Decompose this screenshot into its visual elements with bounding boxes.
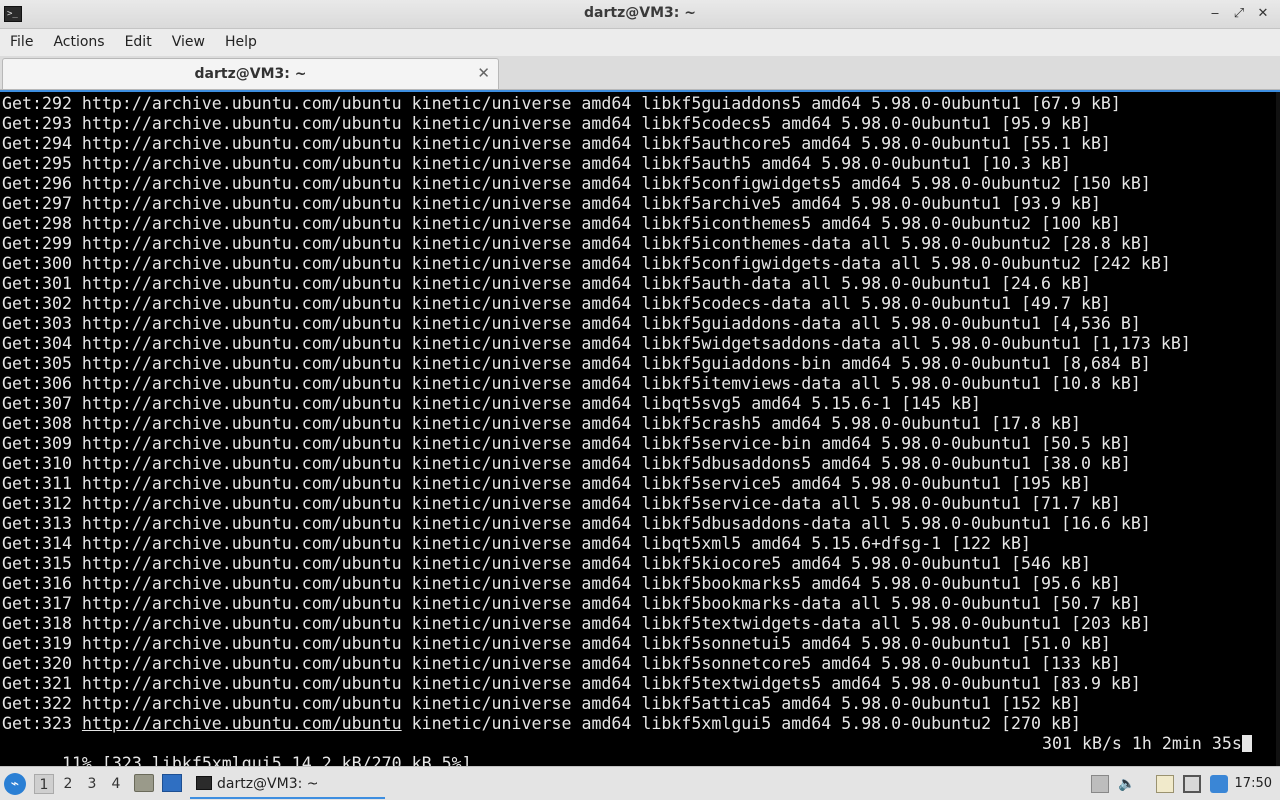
taskbar-task-terminal[interactable]: dartz@VM3: ~ <box>190 769 385 799</box>
tab-bar: dartz@VM3: ~ ✕ <box>0 56 1280 90</box>
terminal-line: Get:294 http://archive.ubuntu.com/ubuntu… <box>2 134 1111 153</box>
terminal-line: Get:321 http://archive.ubuntu.com/ubuntu… <box>2 674 1141 693</box>
tab-close-icon[interactable]: ✕ <box>477 64 490 82</box>
terminal-line: Get:315 http://archive.ubuntu.com/ubuntu… <box>2 554 1091 573</box>
terminal-line: Get:292 http://archive.ubuntu.com/ubuntu… <box>2 94 1121 113</box>
menu-view[interactable]: View <box>162 29 215 56</box>
progress-status: 11% [323 libkf5xmlgui5 14.2 kB/270 kB 5%… <box>61 754 472 766</box>
tab-label: dartz@VM3: ~ <box>194 66 307 82</box>
terminal-scrollbar[interactable] <box>1276 92 1280 766</box>
close-window-button[interactable]: ✕ <box>1254 5 1272 23</box>
terminal-line: Get:308 http://archive.ubuntu.com/ubuntu… <box>2 414 1081 433</box>
archive-link[interactable]: http://archive.ubuntu.com/ubuntu <box>82 714 402 733</box>
menu-actions[interactable]: Actions <box>43 29 114 56</box>
download-rate-eta: 301 kB/s 1h 2min 35s <box>1042 734 1242 753</box>
desktop-3-button[interactable]: 3 <box>82 774 102 794</box>
terminal-line: Get:304 http://archive.ubuntu.com/ubuntu… <box>2 334 1191 353</box>
terminal-line: Get:314 http://archive.ubuntu.com/ubuntu… <box>2 534 1031 553</box>
window-title: dartz@VM3: ~ <box>584 5 696 21</box>
terminal-lines: Get:292 http://archive.ubuntu.com/ubuntu… <box>2 94 1278 766</box>
tab-terminal[interactable]: dartz@VM3: ~ ✕ <box>2 58 499 89</box>
terminal-line: Get:316 http://archive.ubuntu.com/ubuntu… <box>2 574 1121 593</box>
maximize-button[interactable]: ⤢ <box>1230 5 1248 23</box>
terminal-line: Get:293 http://archive.ubuntu.com/ubuntu… <box>2 114 1091 133</box>
menu-help[interactable]: Help <box>215 29 267 56</box>
terminal-line: Get:310 http://archive.ubuntu.com/ubuntu… <box>2 454 1131 473</box>
last-get-suffix: kinetic/universe amd64 libkf5xmlgui5 amd… <box>401 714 1081 733</box>
terminal-line: Get:300 http://archive.ubuntu.com/ubuntu… <box>2 254 1171 273</box>
taskbar: ⌁ 1 2 3 4 dartz@VM3: ~ 🔈 17:50 <box>0 766 1280 800</box>
terminal-line: Get:313 http://archive.ubuntu.com/ubuntu… <box>2 514 1151 533</box>
clock[interactable]: 17:50 <box>1235 776 1272 791</box>
start-menu-icon[interactable]: ⌁ <box>4 773 26 795</box>
terminal-line: Get:306 http://archive.ubuntu.com/ubuntu… <box>2 374 1141 393</box>
window-titlebar[interactable]: >_ dartz@VM3: ~ ‒ ⤢ ✕ <box>0 0 1280 29</box>
progress-rate: 301 kB/s 1h 2min 35s <box>1042 734 1252 754</box>
network-icon[interactable] <box>1183 775 1201 793</box>
terminal-line: Get:301 http://archive.ubuntu.com/ubuntu… <box>2 274 1091 293</box>
terminal-line: Get:307 http://archive.ubuntu.com/ubuntu… <box>2 394 982 413</box>
window-controls: ‒ ⤢ ✕ <box>1206 5 1272 23</box>
terminal-line: Get:302 http://archive.ubuntu.com/ubuntu… <box>2 294 1111 313</box>
terminal-line: Get:317 http://archive.ubuntu.com/ubuntu… <box>2 594 1141 613</box>
show-desktop-icon[interactable] <box>162 774 182 792</box>
minimize-button[interactable]: ‒ <box>1206 5 1224 23</box>
desktop-1-button[interactable]: 1 <box>34 774 54 794</box>
terminal-line: Get:296 http://archive.ubuntu.com/ubuntu… <box>2 174 1151 193</box>
terminal-line: Get:295 http://archive.ubuntu.com/ubuntu… <box>2 154 1071 173</box>
terminal-line: Get:299 http://archive.ubuntu.com/ubuntu… <box>2 234 1151 253</box>
download-progress-line: 11% [323 libkf5xmlgui5 14.2 kB/270 kB 5%… <box>2 734 1278 766</box>
menu-edit[interactable]: Edit <box>115 29 162 56</box>
desktop-2-button[interactable]: 2 <box>58 774 78 794</box>
terminal-output[interactable]: Get:292 http://archive.ubuntu.com/ubuntu… <box>0 90 1280 766</box>
terminal-line: Get:312 http://archive.ubuntu.com/ubuntu… <box>2 494 1121 513</box>
update-notifier-icon[interactable] <box>1210 775 1228 793</box>
volume-icon[interactable]: 🔈 <box>1118 775 1136 793</box>
menu-bar: File Actions Edit View Help <box>0 29 1280 56</box>
terminal-line: Get:305 http://archive.ubuntu.com/ubuntu… <box>2 354 1151 373</box>
terminal-line: Get:298 http://archive.ubuntu.com/ubuntu… <box>2 214 1121 233</box>
terminal-line: Get:303 http://archive.ubuntu.com/ubuntu… <box>2 314 1141 333</box>
terminal-task-icon <box>196 776 212 790</box>
file-manager-icon[interactable] <box>134 774 154 792</box>
terminal-line: Get:311 http://archive.ubuntu.com/ubuntu… <box>2 474 1091 493</box>
desktop-4-button[interactable]: 4 <box>106 774 126 794</box>
terminal-line: Get:319 http://archive.ubuntu.com/ubuntu… <box>2 634 1111 653</box>
menu-file[interactable]: File <box>0 29 43 56</box>
terminal-line: Get:297 http://archive.ubuntu.com/ubuntu… <box>2 194 1101 213</box>
task-label: dartz@VM3: ~ <box>217 776 319 792</box>
terminal-line: Get:309 http://archive.ubuntu.com/ubuntu… <box>2 434 1131 453</box>
keyboard-indicator-icon[interactable] <box>1091 775 1109 793</box>
last-get-prefix: Get:323 <box>2 714 82 733</box>
text-cursor <box>1241 735 1252 752</box>
terminal-line: Get:320 http://archive.ubuntu.com/ubuntu… <box>2 654 1121 673</box>
terminal-line: Get:318 http://archive.ubuntu.com/ubuntu… <box>2 614 1151 633</box>
terminal-line: Get:322 http://archive.ubuntu.com/ubuntu… <box>2 694 1081 713</box>
clipboard-icon[interactable] <box>1156 775 1174 793</box>
terminal-line-last-get: Get:323 http://archive.ubuntu.com/ubuntu… <box>2 714 1278 734</box>
